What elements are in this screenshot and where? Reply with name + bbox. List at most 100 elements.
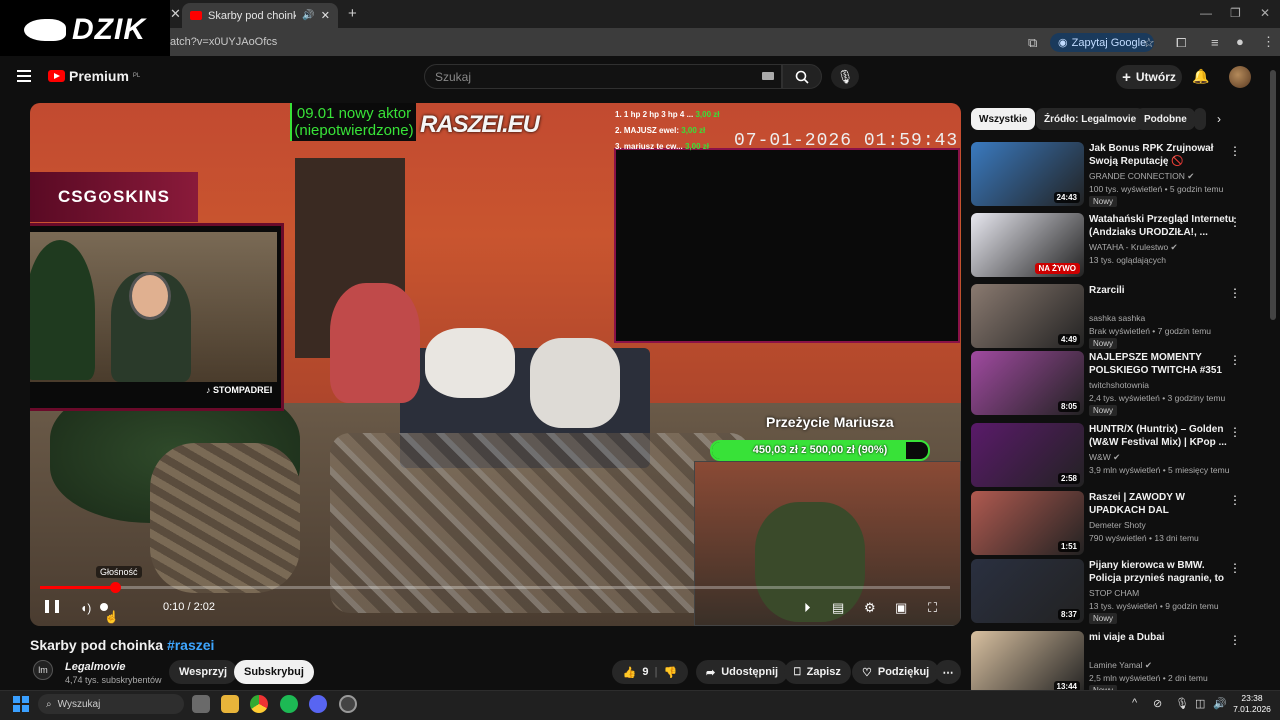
pause-icon[interactable] (45, 600, 59, 613)
tab-close-icon[interactable]: ✕ (321, 9, 330, 22)
page-scrollbar[interactable] (1270, 70, 1276, 320)
recommended-channel[interactable]: GRANDE CONNECTION ✔ (1089, 171, 1194, 182)
minimize-icon[interactable]: — (1200, 6, 1212, 20)
chip-source[interactable]: Źródło: Legalmovie (1036, 108, 1145, 130)
tray-chevron-icon[interactable]: ^ (1132, 697, 1137, 709)
video-player[interactable]: 09.01 nowy aktor (niepotwierdzone) RASZE… (30, 103, 961, 626)
task-view-icon[interactable] (192, 695, 210, 713)
video-thumbnail[interactable]: 2:58 (971, 423, 1084, 487)
thumbs-up-icon[interactable]: 👍 (623, 666, 637, 679)
url-field[interactable]: atch?v=x0UYJAoOfcs (170, 36, 277, 48)
search-input[interactable]: Szukaj (424, 64, 782, 89)
notifications-bell-icon[interactable]: 🔔 (1192, 68, 1209, 85)
recommended-video[interactable]: 8:37 Pijany kierowca w BMW. Policja przyn… (971, 559, 1261, 624)
chip-partial[interactable] (1194, 108, 1206, 130)
network-off-icon[interactable]: ⊘ (1153, 697, 1162, 710)
recommended-title[interactable]: Pijany kierowca w BMW. Policja przynieś … (1089, 559, 1239, 586)
like-dislike-group[interactable]: 👍 9 | 👎 (612, 660, 688, 684)
more-options-icon[interactable]: ⋮ (1229, 633, 1241, 647)
recommended-channel[interactable]: STOP CHAM (1089, 588, 1139, 598)
recommended-channel[interactable]: Demeter Shoty (1089, 520, 1146, 530)
video-thumbnail[interactable]: 8:37 (971, 559, 1084, 623)
more-options-icon[interactable]: ⋮ (1229, 353, 1241, 367)
taskbar-clock[interactable]: 23:38 7.01.2026 (1232, 693, 1272, 715)
recommended-video[interactable]: 8:05 NAJLEPSZE MOMENTY POLSKIEGO TWITCHA … (971, 351, 1261, 416)
new-tab-icon[interactable]: + (348, 5, 357, 22)
recommended-title[interactable]: NAJLEPSZE MOMENTY POLSKIEGO TWITCHA #351 (1089, 351, 1239, 377)
reading-list-icon[interactable]: ≡ (1211, 35, 1219, 50)
wifi-icon[interactable]: ◫ (1195, 697, 1205, 710)
chevron-right-icon[interactable]: › (1217, 112, 1221, 126)
create-button[interactable]: + Utwórz (1116, 65, 1182, 89)
recommended-video[interactable]: 4:49 Rzarcili sashka sashka Brak wyświetleń… (971, 284, 1261, 349)
obs-icon[interactable] (339, 695, 357, 713)
autoplay-toggle-icon[interactable]: ⏵ (804, 600, 811, 616)
profile-icon[interactable]: ● (1236, 34, 1244, 49)
save-button[interactable]: ⎕ Zapisz (784, 660, 851, 684)
seek-handle[interactable] (109, 582, 121, 593)
extensions-icon[interactable]: ⧠ (1176, 35, 1186, 51)
recommended-title[interactable]: mi viaje a Dubai (1089, 631, 1239, 644)
subtitles-icon[interactable]: ▤ (832, 600, 844, 616)
taskbar-search[interactable]: ⌕ Wyszukaj (38, 694, 184, 714)
more-options-icon[interactable]: ⋮ (1229, 493, 1241, 507)
browser-menu-icon[interactable]: ⋮ (1262, 34, 1275, 50)
recommended-channel[interactable]: W&W ✔ (1089, 452, 1120, 463)
more-actions-icon[interactable]: ⋯ (935, 660, 961, 684)
more-options-icon[interactable]: ⋮ (1229, 144, 1241, 158)
video-thumbnail[interactable]: NA ŻYWO (971, 213, 1084, 277)
hashtag-link[interactable]: #raszei (167, 637, 214, 653)
more-options-icon[interactable]: ⋮ (1229, 215, 1241, 229)
support-button[interactable]: Wesprzyj (169, 660, 238, 684)
recommended-channel[interactable]: Lamine Yamal ✔ (1089, 660, 1152, 671)
recommended-channel[interactable]: twitchshotownia (1089, 380, 1149, 390)
keyboard-icon[interactable] (762, 72, 774, 80)
recommended-title[interactable]: Rzarcili (1089, 284, 1239, 297)
recommended-title[interactable]: HUNTR/X (Huntrix) – Golden (W&W Festival… (1089, 423, 1239, 449)
spotify-icon[interactable] (280, 695, 298, 713)
menu-icon[interactable] (17, 70, 31, 82)
close-window-icon[interactable]: ✕ (1260, 6, 1270, 20)
subscribe-button[interactable]: Subskrybuj (234, 660, 314, 684)
recommended-video[interactable]: 2:58 HUNTR/X (Huntrix) – Golden (W&W Fest… (971, 423, 1261, 487)
speaker-icon[interactable]: 🔊 (1213, 697, 1227, 710)
recommended-title[interactable]: Raszei | ZAWODY W UPADKACH DAL (1089, 491, 1239, 517)
chrome-icon[interactable] (250, 695, 268, 713)
ask-google-button[interactable]: ◉ Zapytaj Google (1050, 33, 1155, 52)
recommended-channel[interactable]: WATAHA - Krulestwo ✔ (1089, 242, 1178, 253)
more-options-icon[interactable]: ⋮ (1229, 286, 1241, 300)
file-explorer-icon[interactable] (221, 695, 239, 713)
maximize-icon[interactable]: ❐ (1230, 6, 1241, 20)
fullscreen-icon[interactable]: ⛶ (928, 600, 937, 616)
channel-name[interactable]: Legalmovie (65, 661, 126, 673)
share-button[interactable]: ➦ Udostępnij (696, 660, 789, 684)
search-button[interactable] (782, 64, 822, 89)
settings-gear-icon[interactable]: ⚙ (864, 600, 876, 616)
browser-tab[interactable]: Skarby pod choinka #raszei 🔊 ✕ (182, 3, 338, 28)
microphone-tray-icon[interactable]: 🎙 (1175, 697, 1189, 710)
recommended-video[interactable]: 1:51 Raszei | ZAWODY W UPADKACH DAL Demete… (971, 491, 1261, 555)
thanks-button[interactable]: ♡ Podziękuj (852, 660, 940, 684)
video-thumbnail[interactable]: 13:44 (971, 631, 1084, 695)
recommended-video[interactable]: 13:44 mi viaje a Dubai Lamine Yamal ✔ 2,5 m… (971, 631, 1261, 696)
video-thumbnail[interactable]: 24:43 (971, 142, 1084, 206)
video-thumbnail[interactable]: 8:05 (971, 351, 1084, 415)
video-thumbnail[interactable]: 4:49 (971, 284, 1084, 348)
windows-start-icon[interactable] (13, 696, 29, 712)
account-avatar[interactable] (1229, 66, 1251, 88)
thumbs-down-icon[interactable]: 👎 (664, 666, 678, 679)
discord-icon[interactable] (309, 695, 327, 713)
youtube-premium-logo[interactable]: Premium PL (48, 68, 140, 84)
recommended-channel[interactable]: sashka sashka (1089, 313, 1145, 323)
recommended-video[interactable]: 24:43 Jak Bonus RPK Zrujnował Swoją Reput… (971, 142, 1261, 207)
video-thumbnail[interactable]: 1:51 (971, 491, 1084, 555)
recommended-video[interactable]: NA ŻYWO Watahański Przegląd Internetu (An… (971, 213, 1261, 277)
chip-similar[interactable]: Podobne (1136, 108, 1195, 130)
bookmark-star-icon[interactable]: ☆ (1143, 35, 1155, 51)
cast-icon[interactable]: ⧉ (1028, 35, 1037, 51)
recommended-title[interactable]: Watahański Przegląd Internetu (Andziaks … (1089, 213, 1239, 239)
chip-all[interactable]: Wszystkie (971, 108, 1036, 130)
more-options-icon[interactable]: ⋮ (1229, 425, 1241, 439)
voice-search-button[interactable]: 🎙 (831, 64, 859, 89)
seek-bar[interactable] (40, 586, 950, 589)
